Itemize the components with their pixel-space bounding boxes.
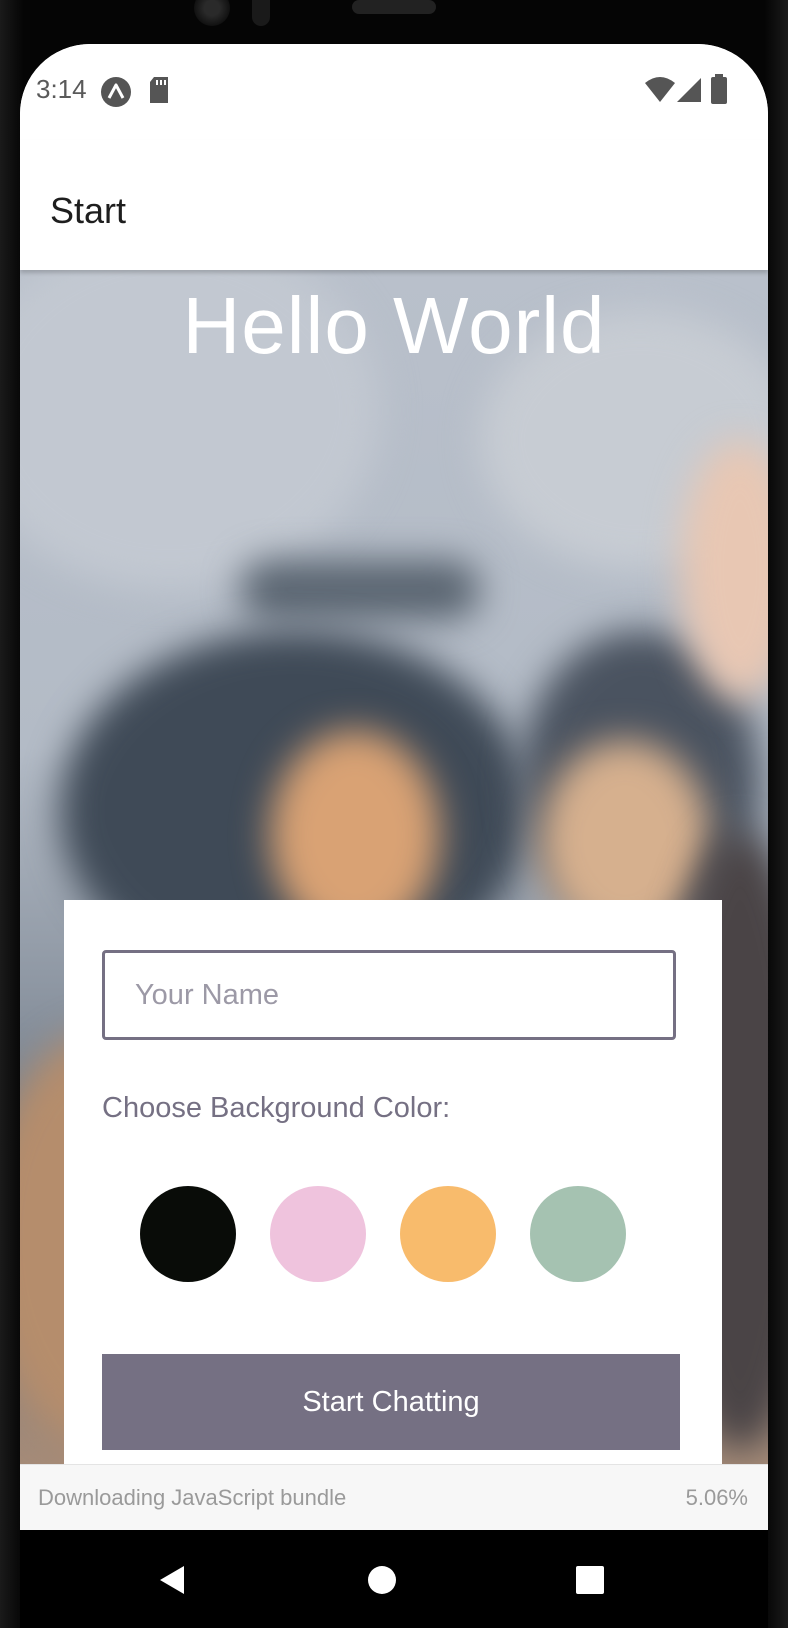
earpiece-speaker bbox=[352, 0, 436, 14]
color-swatch-black[interactable] bbox=[140, 1186, 236, 1282]
proximity-sensor bbox=[252, 0, 270, 26]
color-swatch-green[interactable] bbox=[530, 1186, 626, 1282]
start-chatting-button[interactable]: Start Chatting bbox=[102, 1354, 680, 1450]
color-swatch-pink[interactable] bbox=[270, 1186, 366, 1282]
wifi-icon bbox=[644, 76, 676, 109]
front-camera bbox=[194, 0, 230, 26]
app-bar: Start bbox=[20, 140, 768, 270]
download-message: Downloading JavaScript bundle bbox=[38, 1485, 347, 1510]
expo-icon bbox=[100, 76, 132, 113]
home-icon[interactable] bbox=[364, 1562, 400, 1603]
start-form-card: Choose Background Color: Start Chatting bbox=[64, 900, 722, 1464]
color-swatch-orange[interactable] bbox=[400, 1186, 496, 1282]
name-input[interactable] bbox=[102, 950, 676, 1040]
download-progress: 5.06% bbox=[685, 1485, 748, 1510]
choose-color-label: Choose Background Color: bbox=[102, 1092, 451, 1124]
phone-screen: 3:14 Start Hello World Your Name Choose … bbox=[20, 44, 768, 1530]
recents-icon[interactable] bbox=[572, 1562, 608, 1603]
battery-icon bbox=[710, 74, 728, 109]
navigation-bar bbox=[20, 1530, 768, 1628]
signal-icon bbox=[674, 76, 702, 109]
download-progress-bar: Downloading JavaScript bundle 5.06% bbox=[20, 1464, 768, 1530]
back-icon[interactable] bbox=[156, 1562, 192, 1603]
hero-title: Hello World bbox=[182, 281, 606, 370]
status-time: 3:14 bbox=[36, 74, 87, 104]
status-bar: 3:14 bbox=[20, 44, 768, 140]
sd-card-icon bbox=[148, 76, 170, 109]
page-title: Start bbox=[50, 190, 127, 231]
